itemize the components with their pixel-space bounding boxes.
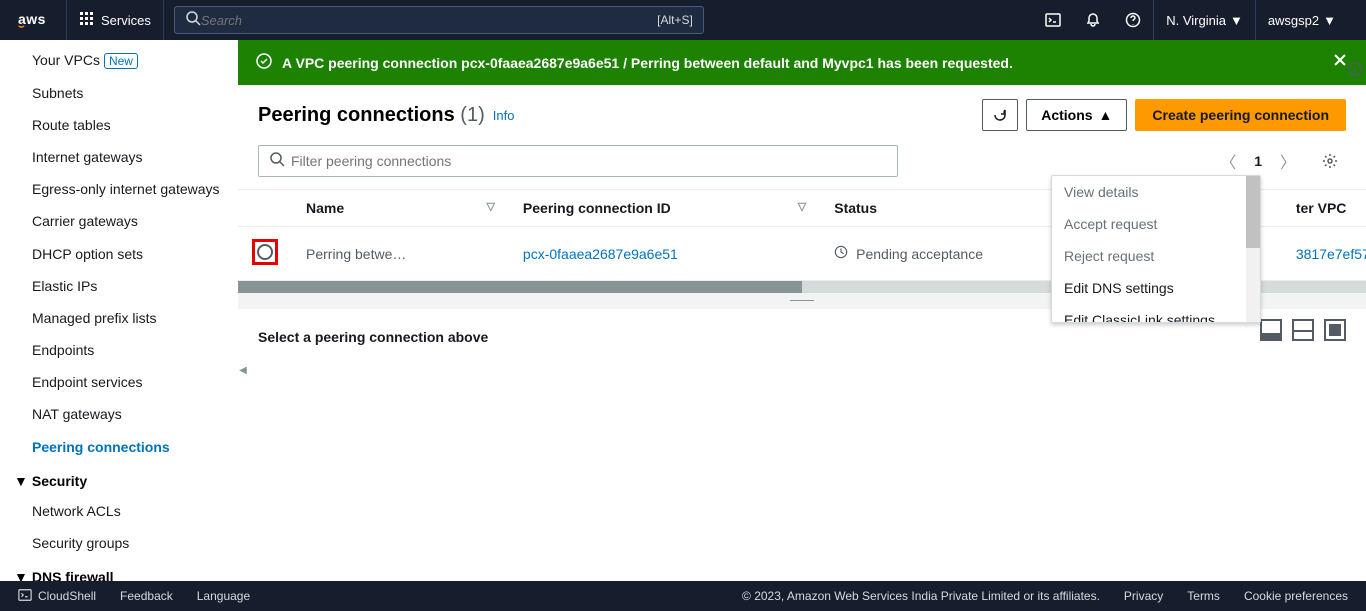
sidebar-item[interactable]: Security groups xyxy=(0,527,238,559)
actions-label: Actions xyxy=(1041,107,1092,123)
cell-peering-id: pcx-0faaea2687e9a6e51 xyxy=(509,227,820,281)
sidebar-item[interactable]: Internet gateways xyxy=(0,141,238,173)
sidebar-item[interactable]: Elastic IPs xyxy=(0,270,238,302)
global-search[interactable]: [Alt+S] xyxy=(174,6,704,34)
caret-down-icon: ▼ xyxy=(1230,13,1243,28)
create-peering-button[interactable]: Create peering connection xyxy=(1135,99,1346,131)
collapse-sidebar-caret[interactable]: ◀ xyxy=(238,360,248,380)
row-radio[interactable] xyxy=(257,244,273,260)
sidebar-item[interactable]: Subnets xyxy=(0,77,238,109)
next-page-button[interactable]: 〉 xyxy=(1272,145,1304,177)
banner-text: A VPC peering connection pcx-0faaea2687e… xyxy=(282,55,1322,71)
info-panel-toggle[interactable] xyxy=(1348,0,1362,581)
sidebar-item[interactable]: Peering connections xyxy=(0,431,238,463)
details-message: Select a peering connection above xyxy=(258,329,1346,345)
filter-input-wrapper[interactable] xyxy=(258,145,898,177)
cloudshell-link[interactable]: CloudShell xyxy=(38,589,96,603)
sidebar-item[interactable]: NAT gateways xyxy=(0,398,238,430)
search-icon xyxy=(269,151,285,172)
col-name[interactable]: Name▽ xyxy=(292,190,509,227)
dropdown-item[interactable]: Edit DNS settings xyxy=(1052,272,1260,304)
page-header: Peering connections (1) Info Actions ▲ C… xyxy=(238,85,1366,139)
services-label: Services xyxy=(101,13,151,28)
actions-dropdown: View detailsAccept requestReject request… xyxy=(1051,175,1261,323)
sidebar-item[interactable]: Endpoints xyxy=(0,334,238,366)
dropdown-item: Accept request xyxy=(1052,208,1260,240)
language-link[interactable]: Language xyxy=(197,589,250,603)
cloudshell-icon[interactable] xyxy=(1033,0,1073,40)
region-label: N. Virginia xyxy=(1166,13,1226,28)
page-number: 1 xyxy=(1254,153,1262,169)
details-panel: Select a peering connection above xyxy=(238,309,1366,581)
check-circle-icon xyxy=(256,53,272,72)
page-title: Peering connections (1) xyxy=(258,104,485,127)
clock-icon xyxy=(834,246,852,262)
dropdown-item: View details xyxy=(1052,176,1260,208)
user-label: awsgsp2 xyxy=(1268,13,1319,28)
search-hotkey: [Alt+S] xyxy=(657,13,693,27)
success-banner: A VPC peering connection pcx-0faaea2687e… xyxy=(238,40,1366,85)
table-settings-button[interactable] xyxy=(1314,145,1346,177)
sidebar-item[interactable]: Managed prefix lists xyxy=(0,302,238,334)
content-area: A VPC peering connection pcx-0faaea2687e… xyxy=(238,40,1366,581)
pagination: 〈 1 〉 xyxy=(1212,145,1346,177)
row-radio-highlight xyxy=(252,239,278,265)
footer: CloudShell Feedback Language © 2023, Ama… xyxy=(0,581,1366,611)
layout-split-button[interactable] xyxy=(1292,319,1314,341)
filter-input[interactable] xyxy=(291,153,887,169)
dropdown-scrollbar[interactable] xyxy=(1246,176,1260,322)
terms-link[interactable]: Terms xyxy=(1187,589,1220,603)
dropdown-item[interactable]: Edit ClassicLink settings xyxy=(1052,304,1260,323)
cell-name: Perring betwe… xyxy=(292,227,509,281)
sidebar-item[interactable]: Endpoint services xyxy=(0,366,238,398)
actions-button[interactable]: Actions ▲ xyxy=(1026,99,1127,131)
sidebar-item[interactable]: Route tables xyxy=(0,109,238,141)
refresh-button[interactable] xyxy=(982,99,1018,131)
privacy-link[interactable]: Privacy xyxy=(1124,589,1163,603)
prev-page-button[interactable]: 〈 xyxy=(1212,145,1244,177)
copyright: © 2023, Amazon Web Services India Privat… xyxy=(742,589,1100,603)
search-icon xyxy=(185,10,201,31)
feedback-link[interactable]: Feedback xyxy=(120,589,173,603)
sidebar: Your VPCsNewSubnetsRoute tablesInternet … xyxy=(0,40,238,581)
close-banner-button[interactable] xyxy=(1332,52,1348,73)
sidebar-item[interactable]: Network ACLs xyxy=(0,495,238,527)
services-menu[interactable]: Services xyxy=(66,0,164,40)
caret-up-icon: ▲ xyxy=(1099,107,1113,123)
aws-logo[interactable]: aws ⌣ xyxy=(18,11,46,29)
help-icon[interactable] xyxy=(1113,0,1153,40)
peering-id-link[interactable]: pcx-0faaea2687e9a6e51 xyxy=(523,246,678,262)
notifications-icon[interactable] xyxy=(1073,0,1113,40)
sidebar-item[interactable]: Carrier gateways xyxy=(0,205,238,237)
cloudshell-footer-icon xyxy=(18,588,32,605)
sidebar-item[interactable]: Your VPCsNew xyxy=(0,44,238,77)
search-input[interactable] xyxy=(201,13,657,28)
drag-handle-icon xyxy=(790,300,814,303)
col-peering-id[interactable]: Peering connection ID▽ xyxy=(509,190,820,227)
top-navigation: aws ⌣ Services [Alt+S] N. Virginia ▼ aws… xyxy=(0,0,1366,40)
account-menu[interactable]: awsgsp2 ▼ xyxy=(1255,0,1348,40)
info-link[interactable]: Info xyxy=(493,108,515,123)
grid-icon xyxy=(79,11,95,30)
layout-bottom-button[interactable] xyxy=(1260,319,1282,341)
sidebar-item[interactable]: Egress-only internet gateways xyxy=(0,173,238,205)
sidebar-item[interactable]: DHCP option sets xyxy=(0,238,238,270)
sidebar-category-security[interactable]: ▼ Security xyxy=(0,463,238,495)
dropdown-item: Reject request xyxy=(1052,240,1260,272)
sidebar-category-dns[interactable]: ▼ DNS firewall xyxy=(0,559,238,581)
layout-full-button[interactable] xyxy=(1324,319,1346,341)
caret-down-icon: ▼ xyxy=(1323,13,1336,28)
cookie-link[interactable]: Cookie preferences xyxy=(1244,589,1348,603)
region-selector[interactable]: N. Virginia ▼ xyxy=(1153,0,1255,40)
